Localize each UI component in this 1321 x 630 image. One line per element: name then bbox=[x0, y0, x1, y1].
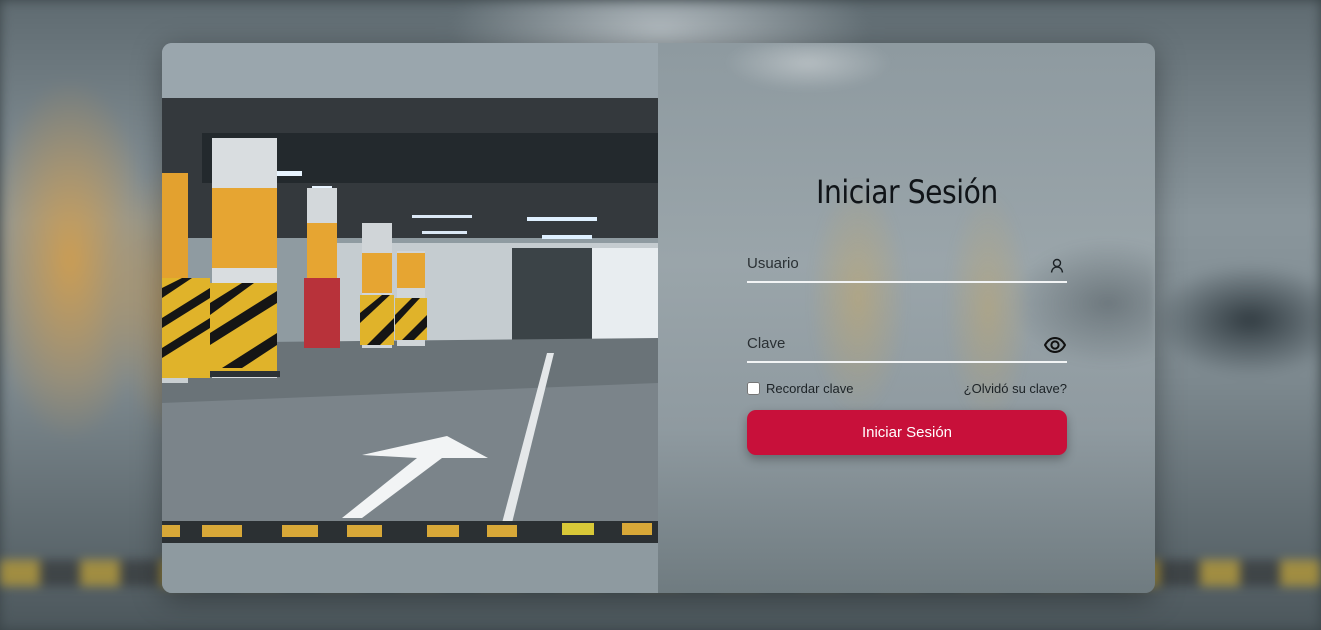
username-field-wrapper bbox=[747, 245, 1067, 283]
login-submit-button[interactable]: Iniciar Sesión bbox=[747, 410, 1067, 455]
login-options: Recordar clave ¿Olvidó su clave? bbox=[747, 381, 1067, 396]
login-form: Iniciar Sesión Recordar cl bbox=[747, 173, 1067, 455]
username-input[interactable] bbox=[747, 245, 1067, 281]
password-field-wrapper bbox=[747, 325, 1067, 363]
remember-password[interactable]: Recordar clave bbox=[747, 381, 853, 396]
login-title: Iniciar Sesión bbox=[816, 173, 998, 211]
password-input[interactable] bbox=[747, 325, 1067, 361]
parking-garage-photo bbox=[162, 43, 658, 593]
remember-checkbox[interactable] bbox=[747, 382, 760, 395]
forgot-password-link[interactable]: ¿Olvidó su clave? bbox=[964, 381, 1067, 396]
login-card: Iniciar Sesión Recordar cl bbox=[162, 43, 1155, 593]
eye-icon[interactable] bbox=[1043, 335, 1067, 355]
remember-label: Recordar clave bbox=[766, 381, 854, 396]
user-icon bbox=[1047, 255, 1067, 275]
